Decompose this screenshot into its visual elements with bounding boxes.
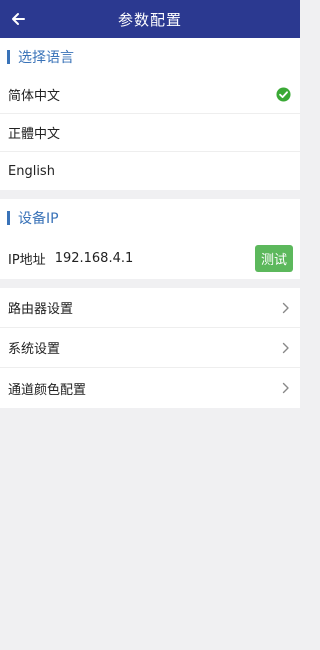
menu-item-label: 系统设置 (8, 342, 61, 357)
section-divider (0, 279, 300, 288)
language-option-label: 正體中文 (8, 127, 61, 142)
test-button[interactable]: 测试 (255, 244, 293, 272)
language-option-english[interactable]: English (0, 152, 300, 190)
chevron-right-icon (282, 302, 289, 313)
menu-item-system-settings[interactable]: 系统设置 (0, 328, 300, 368)
section-accent-bar (7, 211, 10, 225)
language-section-header: 选择语言 (0, 38, 300, 76)
menu-item-router-settings[interactable]: 路由器设置 (0, 288, 300, 328)
ip-address-label: IP地址 (8, 252, 46, 268)
ip-address-row: IP地址 192.168.4.1 测试 (0, 237, 300, 279)
device-ip-section-title: 设备IP (18, 211, 59, 227)
language-section-title: 选择语言 (18, 50, 74, 66)
check-circle-icon (276, 87, 291, 102)
app-bar: 参数配置 (0, 0, 300, 38)
back-button[interactable] (4, 5, 32, 33)
section-divider (0, 190, 300, 199)
section-accent-bar (7, 50, 10, 64)
arrow-left-icon (12, 13, 25, 25)
chevron-right-icon (282, 382, 289, 394)
menu-item-label: 通道颜色配置 (8, 382, 87, 398)
page-title: 参数配置 (117, 10, 182, 29)
menu-item-channel-color-settings[interactable]: 通道颜色配置 (0, 368, 300, 408)
menu-item-label: 路由器设置 (8, 302, 74, 317)
device-ip-section: 设备IP IP地址 192.168.4.1 测试 (0, 199, 300, 279)
language-section: 选择语言 简体中文 正體中文 English (0, 38, 300, 190)
ip-address-value[interactable]: 192.168.4.1 (55, 251, 134, 266)
language-option-traditional-chinese[interactable]: 正體中文 (0, 114, 300, 152)
language-option-simplified-chinese[interactable]: 简体中文 (0, 76, 300, 114)
language-option-label: 简体中文 (8, 89, 61, 104)
chevron-right-icon (282, 342, 289, 353)
device-ip-section-header: 设备IP (0, 199, 300, 237)
settings-menu: 路由器设置 系统设置 通道颜色配置 (0, 288, 300, 408)
language-option-label: English (8, 163, 55, 179)
